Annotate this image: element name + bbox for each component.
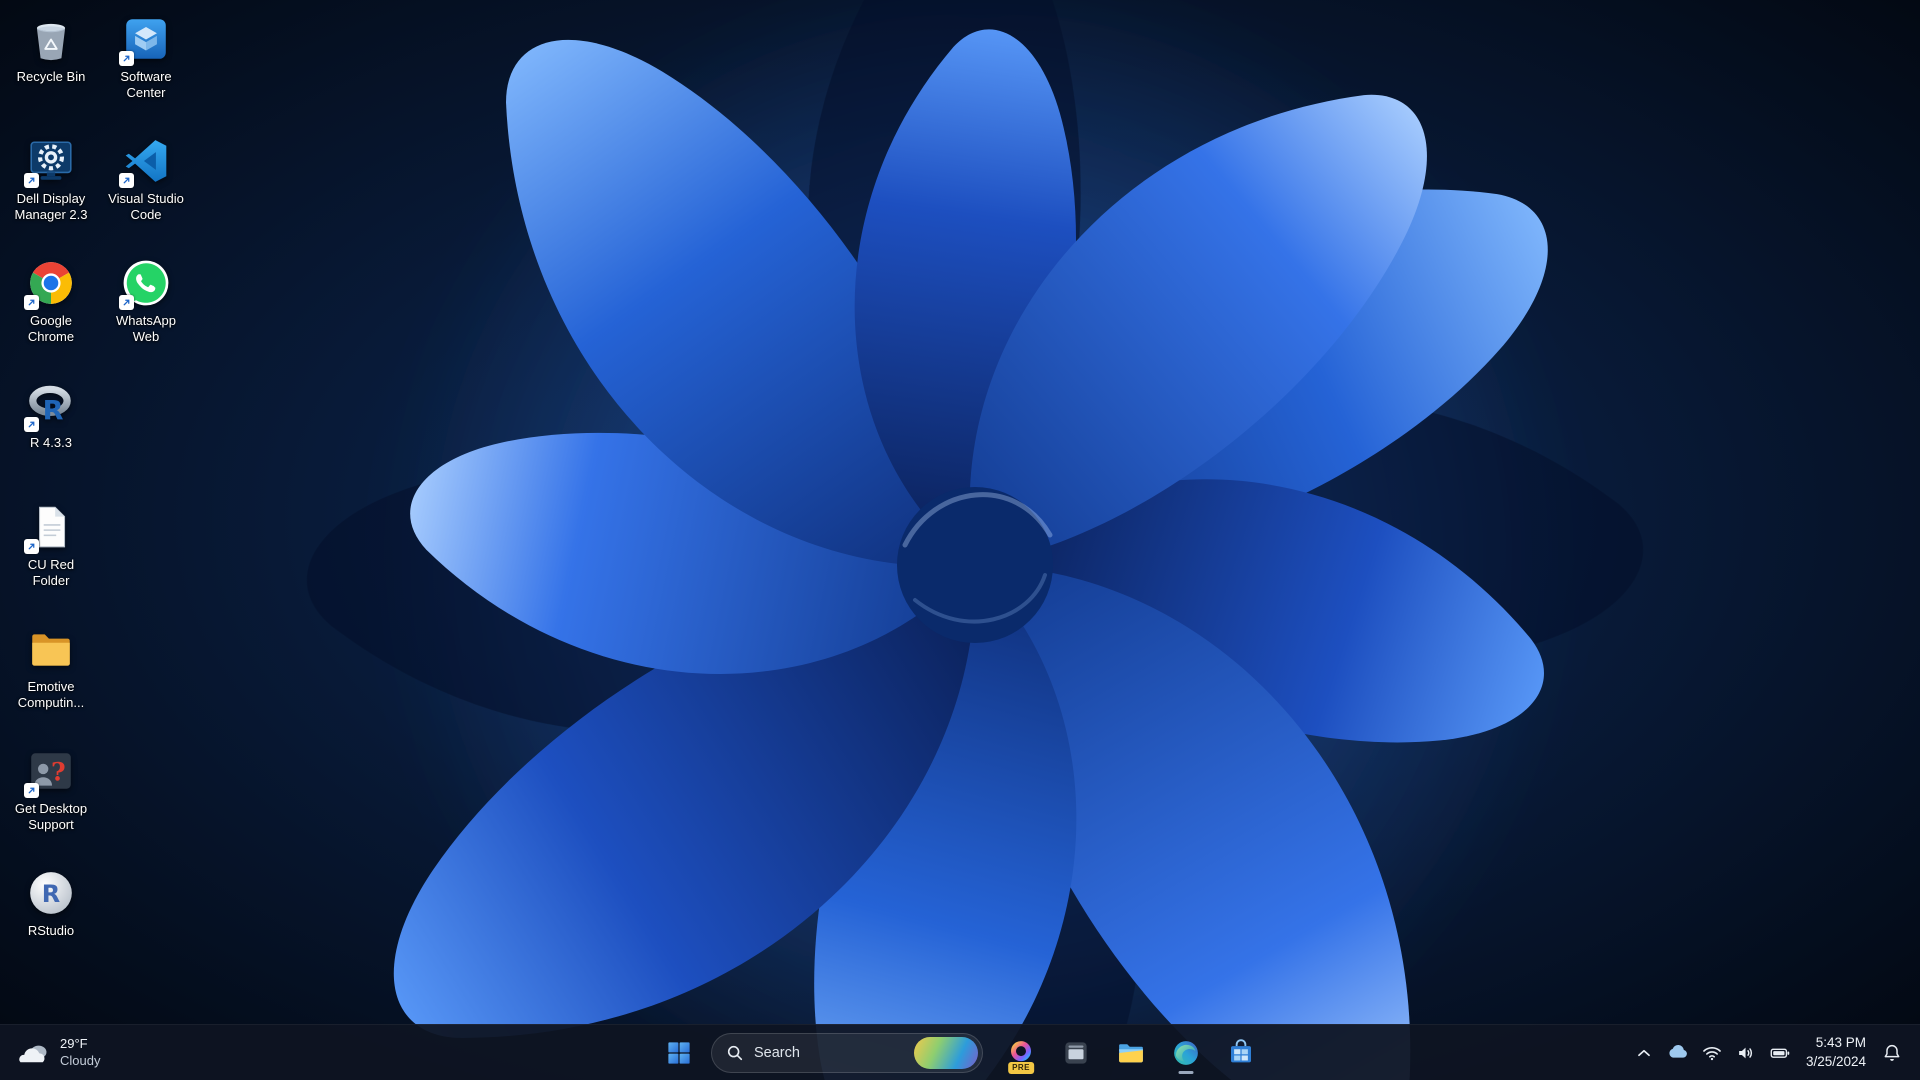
whatsapp-web-icon [119, 258, 171, 310]
desktop-icons: Recycle Bin Software Center Dell Display M… [0, 0, 1920, 1080]
file-explorer-icon [1116, 1038, 1146, 1068]
battery-icon [1764, 1033, 1796, 1073]
svg-text:R: R [42, 880, 60, 908]
copilot-preview-button[interactable]: PRE [998, 1030, 1044, 1076]
desktop: Recycle Bin Software Center Dell Display M… [0, 0, 1920, 1080]
running-indicator [1178, 1070, 1194, 1074]
clock-date: 3/25/2024 [1805, 1053, 1866, 1069]
desktop-icon-label: Get Desktop Support [14, 801, 88, 832]
desktop-icon-label: Emotive Computin... [17, 679, 85, 710]
volume-icon [1730, 1033, 1762, 1073]
cu-red-folder-icon [24, 502, 76, 554]
emotive-computing-icon [26, 624, 76, 674]
microsoft-store-button[interactable] [1218, 1030, 1264, 1076]
dell-display-manager-icon [24, 136, 76, 188]
task-view-button[interactable] [1053, 1030, 1099, 1076]
recycle-bin-icon [26, 14, 76, 64]
desktop-icon-label: Dell Display Manager 2.3 [14, 191, 88, 222]
task-view-icon [1061, 1038, 1091, 1068]
system-tray: 5:43 PM 3/25/2024 [1628, 1025, 1920, 1080]
shortcut-arrow-icon [24, 539, 39, 554]
desktop-icon-rstudio[interactable]: R RStudio [4, 864, 98, 943]
widgets-weather-button[interactable]: 29°F Cloudy [0, 1025, 116, 1080]
rstudio-icon: R [26, 868, 76, 918]
taskbar-center: Search PRE [656, 1025, 1264, 1080]
shortcut-arrow-icon [24, 783, 39, 798]
desktop-icon-label: RStudio [27, 923, 75, 938]
svg-text:?: ? [51, 757, 66, 786]
svg-text:R: R [43, 396, 64, 427]
google-chrome-icon [24, 258, 76, 310]
desktop-icon-cu-red-folder[interactable]: CU Red Folder [4, 498, 98, 593]
software-center-icon [119, 14, 171, 66]
desktop-icon-label: Google Chrome [27, 313, 75, 344]
wifi-icon [1696, 1033, 1728, 1073]
clock-time: 5:43 PM [1815, 1035, 1866, 1051]
shortcut-arrow-icon [24, 295, 39, 310]
get-desktop-support-icon: ? [24, 746, 76, 798]
weather-text: 29°F Cloudy [60, 1036, 100, 1070]
cloudy-weather-icon [16, 1040, 50, 1066]
taskbar: 29°F Cloudy Search PRE 5:43 PM 3/25/2024 [0, 1024, 1920, 1080]
desktop-icon-r-4-3-3[interactable]: R R 4.3.3 [4, 376, 98, 455]
microsoft-store-icon [1226, 1038, 1256, 1068]
weather-condition: Cloudy [60, 1052, 101, 1068]
search-icon [726, 1044, 744, 1062]
visual-studio-code-icon [119, 136, 171, 188]
preview-badge: PRE [1008, 1061, 1034, 1074]
desktop-icon-label: Visual Studio Code [108, 191, 184, 222]
quick-settings-button[interactable] [1696, 1033, 1796, 1073]
desktop-icon-whatsapp-web[interactable]: WhatsApp Web [99, 254, 193, 349]
onedrive-icon[interactable] [1662, 1033, 1694, 1073]
desktop-icon-label: R 4.3.3 [30, 435, 72, 450]
shortcut-arrow-icon [119, 51, 134, 66]
windows-logo-icon [664, 1038, 694, 1068]
start-button[interactable] [656, 1030, 702, 1076]
search-box[interactable]: Search [711, 1032, 983, 1073]
desktop-icon-get-desktop-support[interactable]: ? Get Desktop Support [4, 742, 98, 837]
desktop-icon-emotive-computing[interactable]: Emotive Computin... [4, 620, 98, 715]
desktop-icon-dell-display-manager[interactable]: Dell Display Manager 2.3 [4, 132, 98, 227]
notification-bell-icon[interactable] [1876, 1033, 1908, 1073]
r-4-3-3-icon: R [24, 380, 76, 432]
search-daily-image-thumbnail[interactable] [914, 1036, 978, 1069]
hidden-icons-chevron-button[interactable] [1628, 1033, 1660, 1073]
desktop-icon-google-chrome[interactable]: Google Chrome [4, 254, 98, 349]
shortcut-arrow-icon [24, 417, 39, 432]
desktop-icon-label: Software Center [120, 69, 172, 100]
desktop-icon-label: WhatsApp Web [116, 313, 176, 344]
weather-temperature: 29°F [60, 1035, 88, 1051]
desktop-icon-label: CU Red Folder [27, 557, 75, 588]
desktop-icon-recycle-bin[interactable]: Recycle Bin [4, 10, 98, 89]
clock[interactable]: 5:43 PM 3/25/2024 [1798, 1032, 1874, 1072]
desktop-icon-label: Recycle Bin [16, 69, 86, 84]
shortcut-arrow-icon [24, 173, 39, 188]
shortcut-arrow-icon [119, 295, 134, 310]
file-explorer-button[interactable] [1108, 1030, 1154, 1076]
microsoft-edge-icon [1171, 1038, 1201, 1068]
microsoft-edge-button[interactable] [1163, 1030, 1209, 1076]
pinned-apps: PRE [998, 1030, 1264, 1076]
shortcut-arrow-icon [119, 173, 134, 188]
search-label: Search [754, 1044, 800, 1061]
desktop-icon-software-center[interactable]: Software Center [99, 10, 193, 105]
desktop-icon-visual-studio-code[interactable]: Visual Studio Code [99, 132, 193, 227]
